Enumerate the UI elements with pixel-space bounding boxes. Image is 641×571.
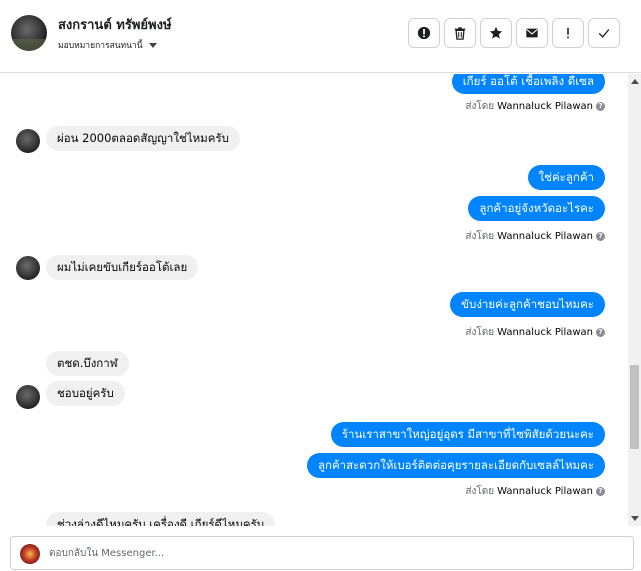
mark-unread-button[interactable] xyxy=(516,18,548,48)
delete-button[interactable] xyxy=(444,18,476,48)
message-outgoing: ร้านเราสาขาใหญ่อยู่อุดร มีสาขาที่ไซพิสัย… xyxy=(330,422,605,447)
scroll-down-arrow-icon[interactable] xyxy=(631,516,639,521)
alert-button[interactable] xyxy=(408,18,440,48)
sent-by-label: ส่งโดย Wannaluck Pilawan ? xyxy=(465,229,605,244)
check-icon xyxy=(598,29,610,38)
message-outgoing: ลูกค้าอยู่จังหวัดอะไรคะ xyxy=(468,196,605,221)
sender-name: Wannaluck Pilawan xyxy=(497,327,593,338)
star-button[interactable] xyxy=(480,18,512,48)
scrollbar-thumb[interactable] xyxy=(630,365,639,449)
message-thread: เกียร์ ออโต้ เชื้อเพลิง ดีเซล ส่งโดย Wan… xyxy=(0,74,628,526)
message-outgoing: ลูกค้าสะดวกให้เบอร์ติดต่อคุยรายละเอียดกั… xyxy=(306,453,605,478)
assign-conversation-dropdown[interactable]: มอบหมายการสนทนานี้ xyxy=(58,38,157,52)
message-incoming: ผมไม่เคยขับเกียร์ออโต้เลย xyxy=(46,255,199,280)
message-outgoing: เกียร์ ออโต้ เชื้อเพลิง ดีเซล xyxy=(451,74,605,94)
help-icon[interactable]: ? xyxy=(596,487,605,496)
sent-by-label: ส่งโดย Wannaluck Pilawan ? xyxy=(465,325,605,340)
sender-name: Wannaluck Pilawan xyxy=(497,231,593,242)
reply-input[interactable] xyxy=(49,537,619,569)
sent-by-label: ส่งโดย Wannaluck Pilawan ? xyxy=(465,484,605,499)
help-icon[interactable]: ? xyxy=(596,328,605,337)
reply-composer xyxy=(10,536,634,570)
exclamation-icon xyxy=(567,27,569,39)
help-icon[interactable]: ? xyxy=(596,232,605,241)
star-icon xyxy=(489,26,503,39)
message-incoming: ผ่อน 2000ตลอดสัญญาใช่ไหมครับ xyxy=(46,126,240,151)
sender-name: Wannaluck Pilawan xyxy=(497,101,593,112)
message-outgoing: ขับง่ายค่ะลูกค้าชอบไหมคะ xyxy=(450,292,605,317)
conversation-header: สงกรานต์ ทรัพย์พงษ์ มอบหมายการสนทนานี้ xyxy=(0,0,641,73)
message-incoming: ตชด.บึงกาฬ xyxy=(46,351,129,376)
sent-by-label: ส่งโดย Wannaluck Pilawan ? xyxy=(465,99,605,114)
caret-down-icon xyxy=(148,42,157,48)
scroll-up-arrow-icon[interactable] xyxy=(631,79,639,84)
message-incoming: ช่วงล่างดีไหมครับ เครื่องดี เกียร์ดีไหมค… xyxy=(46,512,276,526)
mark-done-button[interactable] xyxy=(588,18,620,48)
message-incoming: ชอบอยู่ครับ xyxy=(46,381,125,406)
trash-icon xyxy=(454,27,466,40)
assign-conversation-label: มอบหมายการสนทนานี้ xyxy=(58,41,143,51)
spam-button[interactable] xyxy=(552,18,584,48)
message-outgoing: ใช่ค่ะลูกค้า xyxy=(527,165,605,190)
contact-avatar[interactable] xyxy=(16,385,40,409)
contact-avatar[interactable] xyxy=(16,256,40,280)
help-icon[interactable]: ? xyxy=(596,102,605,111)
page-avatar xyxy=(20,544,40,564)
envelope-icon xyxy=(526,28,538,38)
thread-scrollbar[interactable] xyxy=(628,74,641,526)
conversation-actions xyxy=(408,18,620,48)
alert-circle-icon xyxy=(417,26,431,40)
sender-name: Wannaluck Pilawan xyxy=(497,486,593,497)
contact-avatar[interactable] xyxy=(11,15,47,51)
contact-avatar[interactable] xyxy=(16,129,40,153)
sent-by-prefix: ส่งโดย xyxy=(465,486,495,497)
sent-by-prefix: ส่งโดย xyxy=(465,327,495,338)
sent-by-prefix: ส่งโดย xyxy=(465,101,495,112)
sent-by-prefix: ส่งโดย xyxy=(465,231,495,242)
contact-name[interactable]: สงกรานต์ ทรัพย์พงษ์ xyxy=(58,14,172,35)
